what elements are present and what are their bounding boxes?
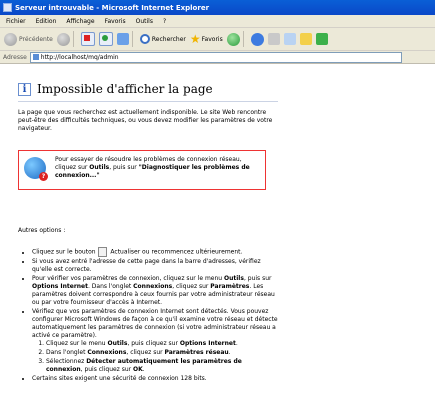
address-bar: Adresse http://localhost/mq/admin	[0, 51, 435, 64]
step2-d: Paramètres réseau	[164, 349, 229, 356]
menu-fichier[interactable]: Fichier	[6, 18, 26, 25]
toolbar: Précédente Rechercher ★ Favoris	[0, 28, 435, 51]
back-button[interactable]: Précédente	[4, 32, 53, 46]
menu-outils[interactable]: Outils	[136, 18, 153, 25]
search-button[interactable]: Rechercher	[139, 34, 186, 44]
list-item: Pour vérifier vos paramètres de connexio…	[32, 275, 278, 307]
toolbar-separator	[72, 31, 74, 47]
favorites-button[interactable]: ★ Favoris	[190, 32, 223, 46]
other-options-label: Autres options :	[18, 227, 66, 234]
step-item: Cliquez sur le menu Outils, puis cliquez…	[46, 340, 278, 348]
star-icon: ★	[189, 32, 201, 46]
opt3-g: , cliquez sur	[172, 283, 211, 290]
stop-button[interactable]	[80, 32, 95, 46]
back-arrow-icon	[4, 32, 17, 46]
step3-a: Sélectionnez	[46, 358, 87, 365]
page-title: Impossible d'afficher la page	[37, 82, 213, 96]
messenger-icon	[315, 33, 328, 45]
list-item: Certains sites exigent une sécurité de c…	[32, 375, 278, 383]
opt3-a: Pour vérifier vos paramètres de connexio…	[32, 275, 224, 282]
page-content: i Impossible d'afficher la page La page …	[0, 64, 435, 418]
step1-a: Cliquez sur le menu	[46, 340, 108, 347]
opt3-h: Paramètres	[210, 283, 250, 290]
refresh-icon	[98, 32, 113, 46]
menu-bar: Fichier Edition Affichage Favoris Outils…	[0, 15, 435, 28]
mail-icon	[250, 32, 264, 46]
step2-c: , cliquez sur	[126, 349, 165, 356]
menu-favoris[interactable]: Favoris	[105, 18, 126, 25]
print-button[interactable]	[267, 33, 280, 45]
edit-icon	[283, 33, 296, 45]
opt3-d: Options Internet	[32, 283, 88, 290]
divider	[18, 101, 278, 102]
window-title: Serveur introuvable - Microsoft Internet…	[15, 3, 210, 12]
diagnose-outils: Outils	[89, 164, 110, 171]
page-heading: i Impossible d'afficher la page	[18, 82, 213, 96]
diagnose-text: Pour essayer de résoudre les problèmes d…	[55, 156, 260, 180]
step-item: Dans l'onglet Connexions, cliquez sur Pa…	[46, 349, 278, 357]
diagnose-mid: , puis sur	[109, 164, 139, 171]
stop-icon	[80, 32, 95, 46]
toolbar-separator	[131, 31, 133, 47]
forward-button[interactable]	[56, 32, 70, 46]
home-button[interactable]	[116, 33, 129, 45]
edit-button[interactable]	[283, 33, 296, 45]
step-item: Sélectionnez Détecter automatiquement le…	[46, 358, 278, 374]
search-label: Rechercher	[151, 35, 186, 43]
opt3-c: , puis sur	[243, 275, 272, 282]
steps-list: Cliquez sur le menu Outils, puis cliquez…	[32, 340, 278, 374]
home-icon	[116, 33, 129, 45]
ie-app-icon	[3, 3, 12, 12]
mail-button[interactable]	[250, 32, 264, 46]
opt3-e: . Dans l'onglet	[87, 283, 134, 290]
favorites-label: Favoris	[201, 35, 223, 43]
step2-a: Dans l'onglet	[46, 349, 88, 356]
opt1-text: Cliquez sur le bouton	[32, 248, 96, 256]
messenger-button[interactable]	[315, 33, 328, 45]
opt4-text: Vérifiez que vos paramètres de connexion…	[32, 308, 278, 339]
refresh-button[interactable]	[98, 32, 113, 46]
list-item: Cliquez sur le bouton Actualiser ou reco…	[32, 247, 278, 257]
menu-help[interactable]: ?	[163, 18, 166, 25]
address-input[interactable]: http://localhost/mq/admin	[29, 51, 402, 63]
step1-b: Outils	[107, 340, 128, 347]
opt3-b: Outils	[224, 275, 244, 282]
options-list: Cliquez sur le bouton Actualiser ou reco…	[22, 247, 278, 384]
print-icon	[267, 33, 280, 45]
diagnose-box: ? Pour essayer de résoudre les problèmes…	[18, 150, 266, 190]
list-item: Si vous avez entré l'adresse de cette pa…	[32, 258, 278, 274]
menu-affichage[interactable]: Affichage	[66, 18, 94, 25]
toolbar-separator	[242, 31, 244, 47]
menu-edition[interactable]: Edition	[36, 18, 57, 25]
page-icon	[32, 54, 39, 60]
help-badge-icon: ?	[39, 172, 48, 181]
address-url: http://localhost/mq/admin	[40, 53, 119, 61]
list-item: Vérifiez que vos paramètres de connexion…	[32, 308, 278, 374]
opt3-f: Connexions	[133, 283, 173, 290]
history-icon	[226, 32, 240, 46]
step1-d: Options Internet	[179, 340, 236, 347]
title-bar: Serveur introuvable - Microsoft Internet…	[0, 0, 435, 15]
step1-c: , puis cliquez sur	[127, 340, 180, 347]
search-icon	[139, 34, 150, 44]
info-icon: i	[18, 82, 31, 96]
forward-arrow-icon	[56, 32, 70, 46]
step2-b: Connexions	[87, 349, 127, 356]
folder-button[interactable]	[299, 33, 312, 45]
opt1-text-end: Actualiser ou recommencez ultérieurement…	[110, 248, 243, 256]
history-button[interactable]	[226, 32, 240, 46]
step3-d: OK	[133, 366, 143, 373]
address-label: Adresse	[3, 53, 27, 61]
refresh-page-icon	[98, 247, 108, 257]
step3-c: , puis cliquez sur	[80, 366, 134, 373]
back-label: Précédente	[19, 35, 53, 43]
intro-text: La page que vous recherchez est actuelle…	[18, 109, 273, 132]
folder-icon	[299, 33, 312, 45]
